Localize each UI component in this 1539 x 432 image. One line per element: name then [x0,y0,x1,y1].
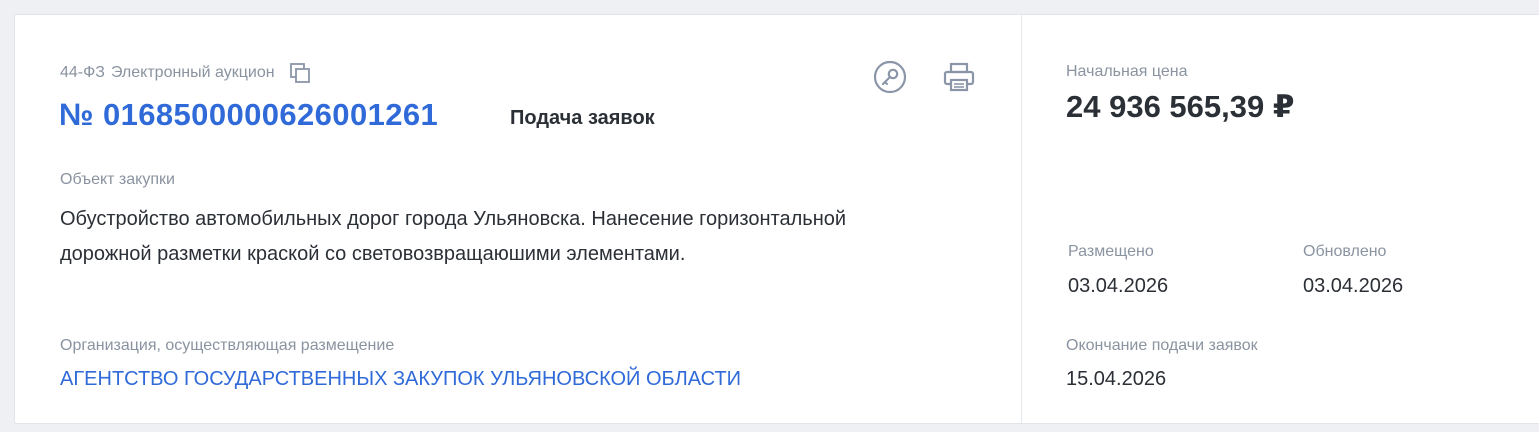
card-divider [1021,15,1022,423]
updated-label: Обновлено [1303,243,1387,260]
end-date-label: Окончание подачи заявок [1066,337,1258,354]
purchase-number[interactable]: № 0168500000626001261 [59,97,438,133]
updated-date: 03.04.2026 [1303,275,1404,297]
printer-icon[interactable] [941,59,977,95]
procedure-type: Электронный аукцион [110,64,275,81]
object-description: Обустройство автомобильных дорог города … [60,208,847,265]
procedure-info: 44-ФЗ Электронный аукцион [60,62,311,84]
placed-label: Размещено [1068,243,1154,260]
status-badge: Подача заявок [510,107,655,129]
law-label: 44-ФЗ [60,64,105,81]
end-date: 15.04.2026 [1066,368,1167,390]
purchase-card: 44-ФЗ Электронный аукцион № 016850000062… [14,14,1539,424]
object-label: Объект закупки [60,171,175,188]
key-icon[interactable] [872,59,908,95]
placed-date: 03.04.2026 [1068,275,1169,297]
price-label: Начальная цена [1066,63,1188,80]
copy-icon[interactable] [289,62,311,84]
organization-label: Организация, осуществляющая размещение [60,337,395,354]
organization-link[interactable]: АГЕНТСТВО ГОСУДАРСТВЕННЫХ ЗАКУПОК УЛЬЯНО… [60,368,741,391]
price-value: 24 936 565,39 ₽ [1066,89,1295,124]
